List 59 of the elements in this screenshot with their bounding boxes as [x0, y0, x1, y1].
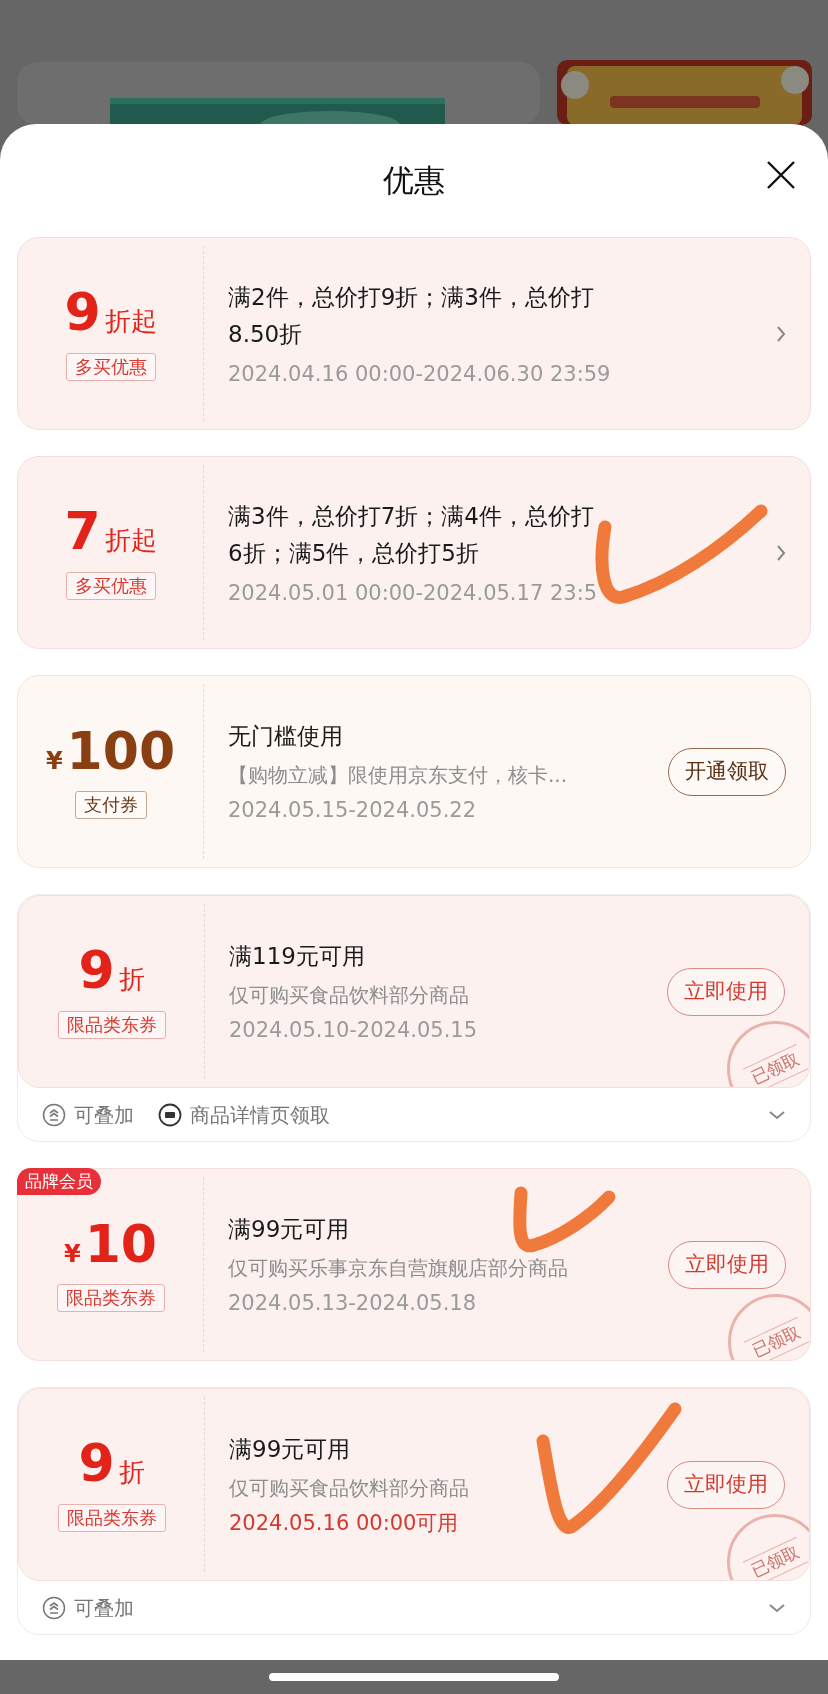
chevron-right-icon[interactable] [776, 324, 786, 343]
amount-value: 100 [66, 724, 176, 777]
claimed-stamp: 已领取 [727, 1514, 809, 1580]
coupon-type-tag: 限品类东券 [56, 1283, 165, 1312]
coupon-feature-label: 可叠加 [74, 1594, 134, 1622]
coupon-description: 仅可购买食品饮料部分商品 [229, 1475, 470, 1502]
coupon-card[interactable]: 已领取 9 折 限品类东券 满99元可用 仅可购买食品饮料部分商品 2024.05.16 00:00可用 立即使用 [18, 1388, 810, 1581]
coupon-title: 满99元可用 [229, 1435, 351, 1464]
discount-unit: 折起 [104, 305, 157, 338]
validity-date: 2024.05.15-2024.05.22 [228, 797, 478, 824]
currency-symbol: ¥ [63, 1238, 81, 1270]
coupon-description: 仅可购买乐事京东自营旗舰店部分商品 [228, 1255, 569, 1282]
coupon-description: 【购物立减】限使用京东支付，核卡... [228, 762, 569, 789]
coupon-type-tag: 限品类东券 [57, 1504, 166, 1532]
coupon-card[interactable]: 9 折起 多买优惠 满2件，总价打9折；满3件，总价打 8.50折 2024.04.16 00:00-2024.06.30 23:59 [17, 237, 811, 430]
stack-icon [42, 1595, 66, 1620]
chevron-right-icon[interactable] [776, 543, 786, 562]
discount-unit: 折 [118, 963, 145, 996]
discount-value: 9 [78, 944, 115, 996]
chevron-down-icon[interactable] [768, 1602, 786, 1613]
validity-date: 2024.05.16 00:00可用 [229, 1510, 460, 1537]
coupon-feature-label: 商品详情页领取 [190, 1101, 330, 1129]
ticket-icon [158, 1102, 182, 1127]
coupon-type-tag: 多买优惠 [65, 572, 156, 600]
discount-value: 9 [64, 286, 101, 338]
chevron-down-icon[interactable] [768, 1109, 786, 1120]
sheet-title: 优惠 [383, 161, 445, 201]
coupon-description: 仅可购买食品饮料部分商品 [229, 982, 470, 1009]
member-badge: 品牌会员 [17, 1168, 101, 1195]
coupon-card[interactable]: 7 折起 多买优惠 满3件，总价打7折；满4件，总价打 6折；满5件，总价打5折 2024.05.01 00:00-2024.05.17 23:5 [17, 456, 811, 649]
coupon-action-button[interactable]: 立即使用 [667, 1460, 785, 1509]
coupon-action-button[interactable]: 立即使用 [667, 967, 785, 1016]
currency-symbol: ¥ [45, 745, 63, 777]
coupon-type-tag: 多买优惠 [65, 353, 156, 381]
coupon-feature-label: 可叠加 [74, 1101, 134, 1129]
close-icon[interactable] [766, 160, 796, 190]
coupon-type-tag: 限品类东券 [57, 1011, 166, 1039]
coupon-card[interactable]: ¥100 支付券 无门槛使用 【购物立减】限使用京东支付，核卡... 2024.05.15-2024.05.22 开通领取 [17, 675, 811, 868]
coupon-title: 无门槛使用 [228, 722, 343, 751]
claimed-stamp: 已领取 [727, 1021, 809, 1087]
coupon-title: 满2件，总价打9折；满3件，总价打 8.50折 [228, 282, 594, 349]
validity-date: 2024.05.13-2024.05.18 [228, 1290, 478, 1317]
coupon-type-tag: 支付券 [74, 790, 147, 819]
coupon-title: 满119元可用 [229, 942, 365, 971]
discount-unit: 折起 [104, 524, 157, 557]
validity-date: 2024.05.10-2024.05.15 [229, 1017, 479, 1044]
coupon-action-button[interactable]: 立即使用 [668, 1240, 786, 1289]
discount-unit: 折 [118, 1456, 145, 1489]
coupon-title: 满99元可用 [228, 1215, 350, 1244]
coupon-action-button[interactable]: 开通领取 [668, 747, 786, 796]
stack-icon [42, 1102, 66, 1127]
coupon-card[interactable]: 已领取 9 折 限品类东券 满119元可用 仅可购买食品饮料部分商品 2024.05.10-2024.05.15 立即使用 [18, 895, 810, 1088]
validity-date: 2024.05.01 00:00-2024.05.17 23:5 [228, 579, 599, 607]
amount-value: 10 [84, 1217, 158, 1270]
validity-date: 2024.04.16 00:00-2024.06.30 23:59 [228, 360, 612, 388]
coupon-title: 满3件，总价打7折；满4件，总价打 6折；满5件，总价打5折 [228, 501, 594, 568]
coupon-card[interactable]: 已领取 品牌会员 ¥10 限品类东券 满99元可用 仅可购买乐事京东自营旗舰店部分商品 2024.05.13-2024.05.18 立即使用 [17, 1168, 811, 1361]
discount-value: 7 [64, 505, 101, 557]
discount-value: 9 [78, 1437, 115, 1489]
